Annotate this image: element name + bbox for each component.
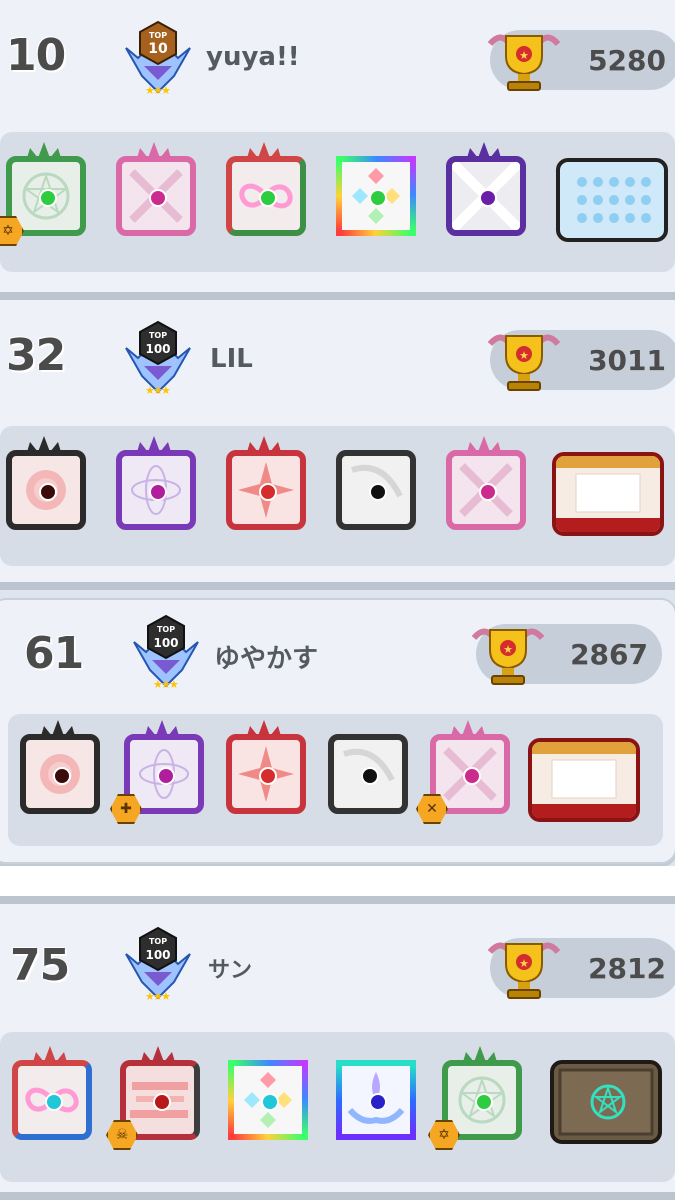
player-header: 61 TOP 100 ★ ★ ★ ゆやかす 2867 ★ bbox=[0, 600, 675, 710]
player-name[interactable]: LIL bbox=[210, 344, 253, 374]
svg-text:10: 10 bbox=[148, 41, 168, 57]
deck-card[interactable] bbox=[316, 720, 416, 820]
spacer bbox=[0, 866, 675, 896]
svg-text:★: ★ bbox=[161, 990, 171, 1003]
player-card[interactable]: 75 TOP 100 ★ ★ ★ サン 2812 ★ ☠ ✡ bbox=[0, 904, 675, 1200]
deck-card[interactable]: ✡ bbox=[428, 1046, 530, 1150]
sword-frame-icon bbox=[446, 450, 526, 530]
deck-card[interactable] bbox=[216, 1046, 316, 1146]
svg-text:★: ★ bbox=[161, 84, 171, 97]
deck-card[interactable] bbox=[434, 436, 534, 536]
deck-card[interactable] bbox=[434, 142, 534, 242]
player-header: 10 TOP 10 ★ ★ ★ yuya!! 5280 ★ bbox=[0, 0, 675, 110]
svg-text:TOP: TOP bbox=[149, 31, 167, 40]
deck-tray bbox=[0, 426, 675, 566]
trophy-icon: ★ bbox=[471, 628, 545, 685]
svg-text:TOP: TOP bbox=[157, 625, 175, 634]
player-name[interactable]: サン bbox=[208, 952, 252, 984]
dungeon-board-icon[interactable] bbox=[550, 1060, 662, 1144]
top10-rank-badge-icon: TOP 10 ★ ★ ★ bbox=[125, 20, 191, 97]
deck-card[interactable] bbox=[324, 1046, 424, 1146]
deck-tray: ✡ bbox=[0, 132, 675, 272]
rainbow-diamond-icon bbox=[228, 1060, 308, 1140]
svg-text:★: ★ bbox=[519, 49, 529, 62]
top100-rank-badge-icon: TOP 100 ★ ★ ★ bbox=[125, 320, 191, 397]
infinity-frame-icon bbox=[12, 1060, 92, 1140]
infinity-frame-icon bbox=[226, 156, 306, 236]
rank-number: 10 bbox=[6, 30, 66, 81]
svg-text:★: ★ bbox=[503, 643, 513, 656]
svg-text:TOP: TOP bbox=[149, 331, 167, 340]
svg-text:★: ★ bbox=[161, 384, 171, 397]
deck-card[interactable] bbox=[0, 1046, 100, 1146]
player-name[interactable]: ゆやかす bbox=[214, 638, 318, 675]
player-card[interactable]: 32 TOP 100 ★ ★ ★ LIL 3011 ★ bbox=[0, 300, 675, 582]
trophy-icon: ★ bbox=[487, 942, 561, 999]
player-card[interactable]: 10 TOP 10 ★ ★ ★ yuya!! 5280 ★ ✡ bbox=[0, 0, 675, 292]
deck-card[interactable] bbox=[214, 436, 314, 536]
row-divider bbox=[0, 896, 675, 904]
svg-text:★: ★ bbox=[519, 349, 529, 362]
deck-tray: ✚ ✕ bbox=[8, 714, 663, 846]
deck-card[interactable]: ✕ bbox=[416, 720, 518, 824]
rank-number: 75 bbox=[10, 940, 70, 991]
rose-frame-icon bbox=[20, 734, 100, 814]
deck-card[interactable] bbox=[324, 436, 424, 536]
deck-card[interactable] bbox=[8, 720, 108, 820]
cloud-board-icon[interactable] bbox=[556, 158, 668, 242]
royal-board-icon[interactable] bbox=[552, 452, 664, 536]
player-card[interactable]: 61 TOP 100 ★ ★ ★ ゆやかす 2867 ★ ✚ ✕ bbox=[0, 598, 675, 864]
deck-card[interactable] bbox=[104, 142, 204, 242]
royal-board-icon[interactable] bbox=[528, 738, 640, 822]
svg-text:100: 100 bbox=[145, 342, 170, 356]
flame-hands-icon bbox=[336, 1060, 416, 1140]
row-divider bbox=[0, 292, 675, 300]
svg-text:★: ★ bbox=[519, 957, 529, 970]
atom-frame-icon bbox=[116, 450, 196, 530]
deck-card[interactable]: ☠ bbox=[106, 1046, 208, 1150]
deck-card[interactable] bbox=[214, 720, 314, 820]
player-header: 32 TOP 100 ★ ★ ★ LIL 3011 ★ bbox=[0, 300, 675, 410]
deck-card[interactable] bbox=[214, 142, 314, 242]
deck-card[interactable] bbox=[0, 436, 94, 536]
row-divider bbox=[0, 1192, 675, 1200]
top100-rank-badge-icon: TOP 100 ★ ★ ★ bbox=[133, 614, 199, 691]
scythe-frame-icon bbox=[328, 734, 408, 814]
sword-frame-icon bbox=[116, 156, 196, 236]
svg-text:100: 100 bbox=[153, 636, 178, 650]
svg-text:★: ★ bbox=[169, 678, 179, 691]
trophy-icon: ★ bbox=[487, 34, 561, 91]
rainbow-diamond-icon bbox=[336, 156, 416, 236]
compass-frame-icon bbox=[226, 734, 306, 814]
deck-tray: ☠ ✡ bbox=[0, 1032, 675, 1182]
scythe-frame-icon bbox=[336, 450, 416, 530]
compass-frame-icon bbox=[226, 450, 306, 530]
svg-text:TOP: TOP bbox=[149, 937, 167, 946]
player-name[interactable]: yuya!! bbox=[206, 42, 300, 72]
row-divider bbox=[0, 582, 675, 590]
svg-text:100: 100 bbox=[145, 948, 170, 962]
rank-number: 61 bbox=[24, 628, 84, 679]
deck-card[interactable] bbox=[324, 142, 424, 242]
deck-card[interactable]: ✡ bbox=[0, 142, 94, 246]
player-header: 75 TOP 100 ★ ★ ★ サン 2812 ★ bbox=[0, 904, 675, 1014]
burst-frame-icon bbox=[446, 156, 526, 236]
rank-number: 32 bbox=[6, 330, 66, 381]
deck-card[interactable]: ✚ bbox=[110, 720, 212, 824]
deck-card[interactable] bbox=[104, 436, 204, 536]
rose-frame-icon bbox=[6, 450, 86, 530]
top100-rank-badge-icon: TOP 100 ★ ★ ★ bbox=[125, 926, 191, 1003]
trophy-icon: ★ bbox=[487, 334, 561, 391]
